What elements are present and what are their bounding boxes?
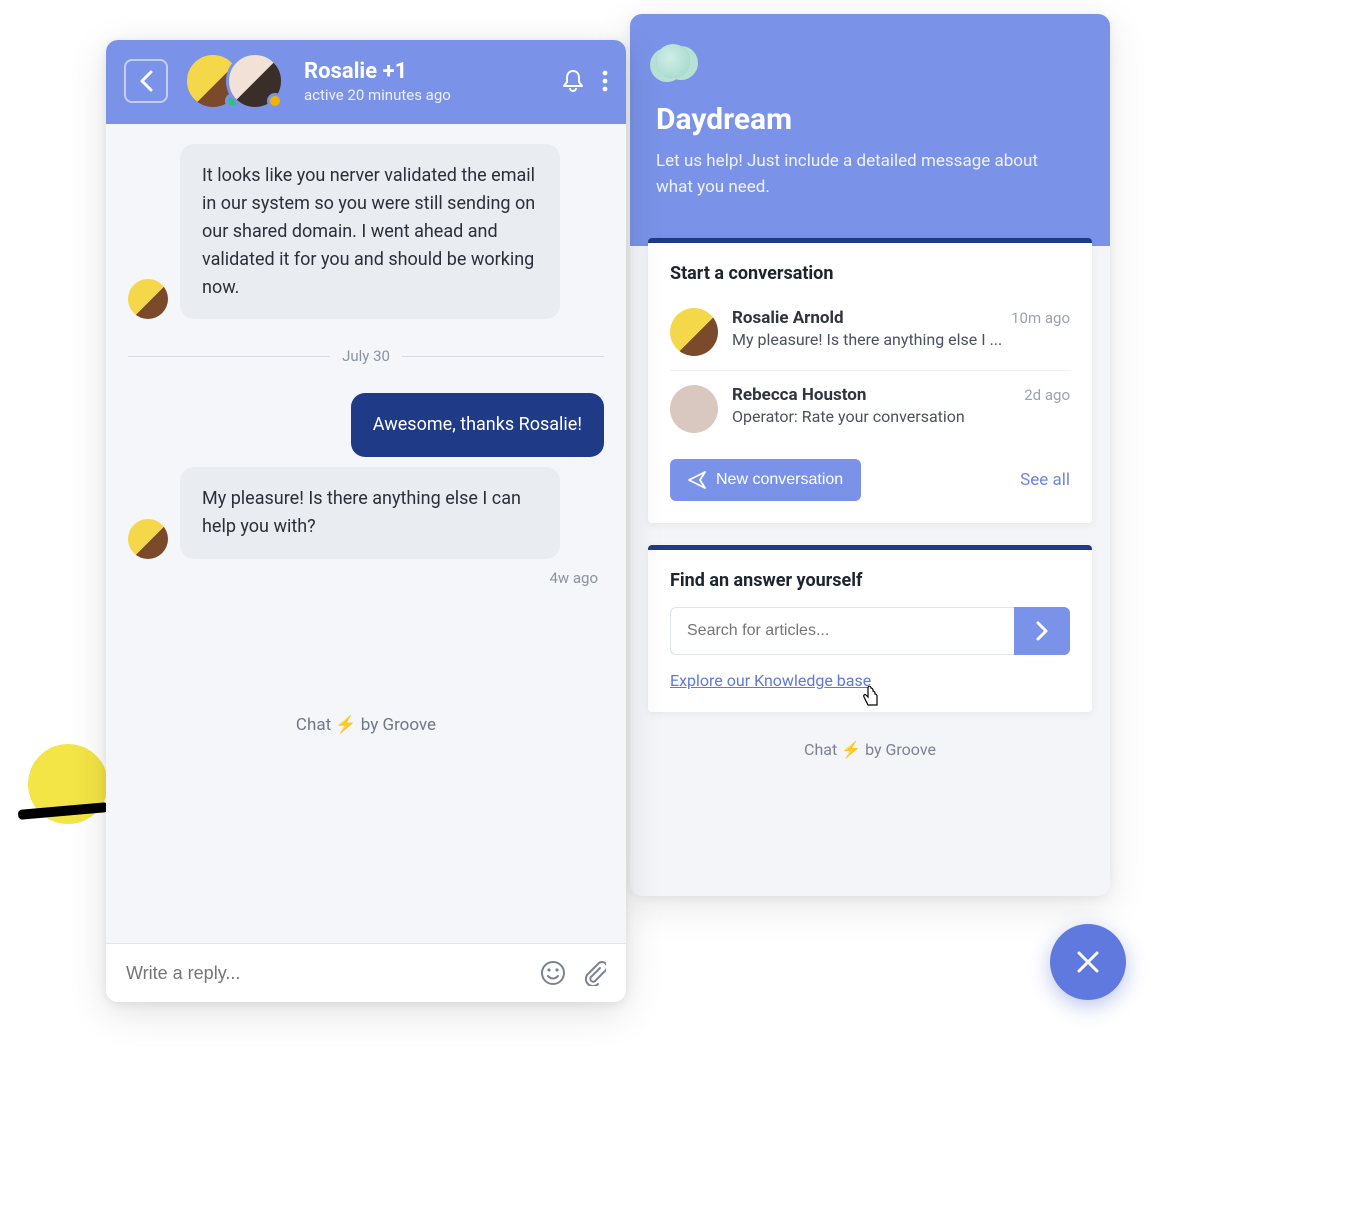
conversation-item[interactable]: Rosalie Arnold 10m ago My pleasure! Is t…	[670, 300, 1070, 364]
reply-input[interactable]	[126, 963, 526, 984]
avatar	[128, 279, 168, 319]
message-bubble: Awesome, thanks Rosalie!	[351, 393, 604, 457]
lightning-icon: ⚡	[335, 715, 356, 735]
chevron-right-icon	[1036, 621, 1048, 641]
conversation-time: 10m ago	[1011, 309, 1070, 327]
chat-title: Rosalie +1	[304, 59, 550, 84]
lightning-icon: ⚡	[841, 740, 861, 759]
conversation-item[interactable]: Rebecca Houston 2d ago Operator: Rate yo…	[670, 370, 1070, 441]
decorative-blob	[28, 744, 108, 824]
avatar-rebecca	[226, 52, 284, 110]
kb-search-input[interactable]	[670, 607, 1014, 655]
message-bubble: It looks like you nerver validated the e…	[180, 144, 560, 319]
close-widget-button[interactable]	[1050, 924, 1126, 1000]
cursor-hand-icon	[861, 686, 881, 708]
card-title: Start a conversation	[670, 263, 1070, 284]
chevron-left-icon	[139, 70, 153, 92]
chat-header: Rosalie +1 active 20 minutes ago	[106, 40, 626, 124]
attach-button[interactable]	[582, 960, 606, 986]
answers-card: Find an answer yourself Explore our Know…	[648, 545, 1092, 712]
avatar	[128, 519, 168, 559]
back-button[interactable]	[124, 59, 168, 103]
see-all-link[interactable]: See all	[1020, 470, 1070, 490]
status-away-icon	[267, 93, 283, 109]
card-title: Find an answer yourself	[670, 570, 1070, 591]
date-label: July 30	[342, 347, 390, 365]
conversation-name: Rosalie Arnold	[732, 308, 844, 328]
kb-link-label: Explore our Knowledge base	[670, 671, 871, 690]
new-conversation-label: New conversation	[716, 471, 843, 489]
conversation-time: 2d ago	[1024, 386, 1070, 404]
groove-branding[interactable]: Chat ⚡ by Groove	[630, 734, 1110, 773]
bell-icon	[562, 69, 584, 93]
message-outgoing: Awesome, thanks Rosalie!	[128, 393, 604, 457]
chat-window: Rosalie +1 active 20 minutes ago It look…	[106, 40, 626, 1002]
emoji-button[interactable]	[540, 960, 566, 986]
chat-body: It looks like you nerver validated the e…	[106, 124, 626, 943]
kb-search-button[interactable]	[1014, 607, 1070, 655]
message-incoming: It looks like you nerver validated the e…	[128, 144, 604, 319]
paperclip-icon	[582, 960, 606, 986]
kebab-menu-icon	[602, 69, 608, 93]
conversation-preview: Operator: Rate your conversation	[732, 407, 1070, 426]
conversations-card: Start a conversation Rosalie Arnold 10m …	[648, 238, 1092, 523]
smiley-icon	[540, 960, 566, 986]
close-icon	[1075, 949, 1101, 975]
brand-suffix: by Groove	[861, 740, 936, 759]
brand-logo	[656, 44, 690, 78]
notifications-button[interactable]	[562, 69, 584, 93]
message-bubble: My pleasure! Is there anything else I ca…	[180, 467, 560, 559]
header-text: Rosalie +1 active 20 minutes ago	[304, 59, 550, 104]
conversation-preview: My pleasure! Is there anything else I ..…	[732, 330, 1070, 349]
home-header: Daydream Let us help! Just include a det…	[630, 14, 1110, 246]
widget-home: Daydream Let us help! Just include a det…	[630, 14, 1110, 896]
home-subtitle: Let us help! Just include a detailed mes…	[656, 149, 1076, 200]
new-conversation-button[interactable]: New conversation	[670, 459, 861, 501]
message-incoming: My pleasure! Is there anything else I ca…	[128, 467, 604, 559]
more-menu-button[interactable]	[602, 69, 608, 93]
chat-status: active 20 minutes ago	[304, 86, 550, 104]
send-icon	[688, 471, 706, 489]
message-timestamp: 4w ago	[128, 569, 598, 587]
reply-bar	[106, 943, 626, 1002]
conversation-name: Rebecca Houston	[732, 385, 866, 405]
groove-branding[interactable]: Chat ⚡ by Groove	[128, 697, 604, 741]
brand-suffix: by Groove	[357, 715, 437, 735]
avatar	[670, 385, 718, 433]
kb-explore-link[interactable]: Explore our Knowledge base	[670, 671, 871, 690]
avatar	[670, 308, 718, 356]
brand-name: Daydream	[656, 102, 1084, 137]
date-divider: July 30	[128, 347, 604, 365]
brand-prefix: Chat	[296, 715, 335, 735]
brand-prefix: Chat	[804, 740, 841, 759]
participant-avatars	[184, 52, 284, 110]
